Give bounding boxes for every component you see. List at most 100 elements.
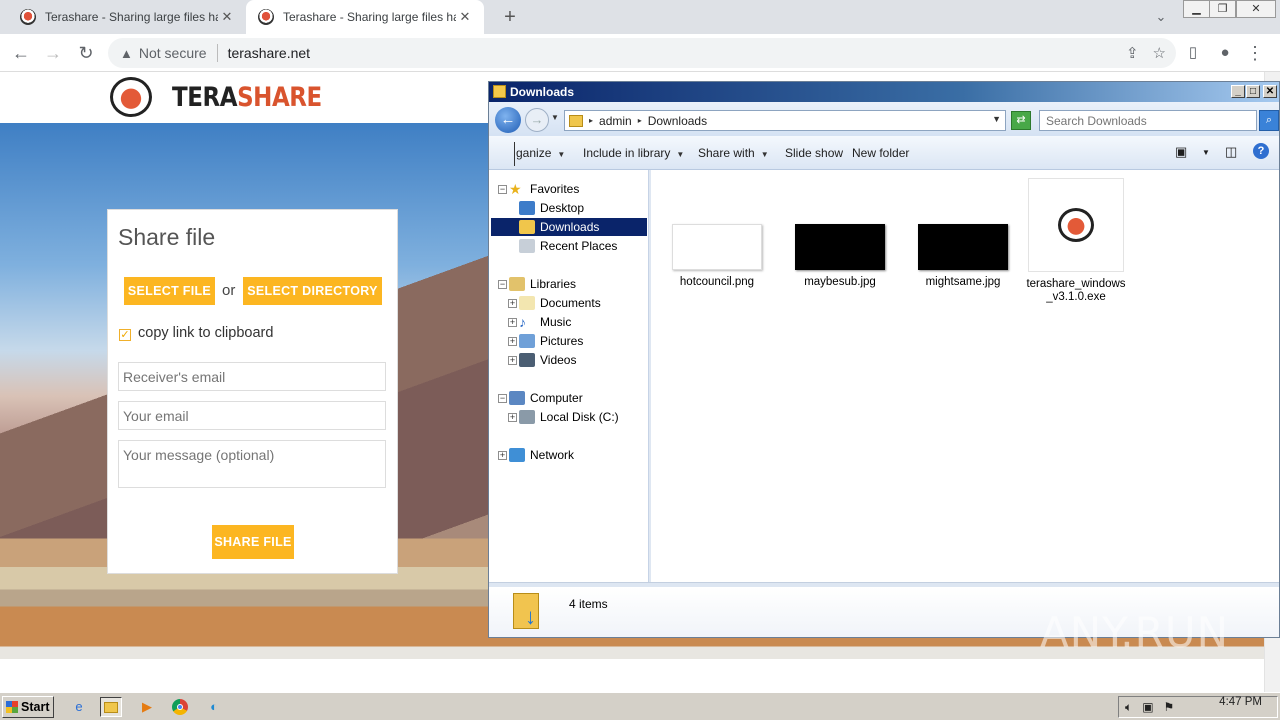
expand-icon[interactable]: +: [498, 450, 507, 460]
pane-splitter[interactable]: [649, 170, 651, 582]
start-button[interactable]: Start: [2, 696, 54, 718]
share-icon[interactable]: ⇪: [1126, 44, 1139, 62]
nav-libraries[interactable]: − Libraries: [491, 275, 647, 293]
back-arrow-icon[interactable]: ←: [495, 107, 521, 133]
search-icon[interactable]: ⌕: [1259, 110, 1279, 131]
collapse-icon[interactable]: −: [498, 279, 507, 289]
nav-recent-places[interactable]: Recent Places: [491, 237, 647, 255]
nav-music[interactable]: + ♪ Music: [491, 313, 647, 331]
chevron-down-icon: ▼: [760, 150, 769, 159]
expand-icon[interactable]: +: [508, 336, 517, 346]
nav-documents[interactable]: + Documents: [491, 294, 647, 312]
tab-1[interactable]: Terashare - Sharing large files has neve…: [8, 0, 246, 34]
url-text[interactable]: terashare.net: [228, 45, 311, 61]
explorer-address-bar[interactable]: ▸ admin ▸ Downloads ▼: [564, 110, 1006, 131]
minimize-button[interactable]: ▁: [1183, 0, 1210, 18]
chevron-down-icon: ▼: [676, 150, 685, 159]
help-icon[interactable]: ?: [1253, 143, 1269, 159]
breadcrumb-downloads[interactable]: Downloads: [648, 114, 707, 128]
preview-pane-icon[interactable]: ◫: [1225, 144, 1237, 160]
tab-close-icon[interactable]: ✕: [456, 9, 474, 25]
action-center-flag-icon[interactable]: ⚑: [1164, 700, 1175, 714]
slide-show-button[interactable]: Slide show: [785, 146, 843, 160]
windows-logo-icon: [6, 701, 18, 713]
forward-arrow-icon[interactable]: →: [40, 40, 66, 66]
edge-icon[interactable]: ◐: [203, 697, 225, 717]
file-item[interactable]: terashare_windows_v3.1.0.exe: [1026, 178, 1126, 304]
nav-label: Favorites: [530, 182, 580, 196]
recent-pages-chevron-icon[interactable]: ▼: [551, 113, 559, 122]
organize-button[interactable]: ganize ▼: [516, 146, 565, 160]
share-file-button[interactable]: SHARE FILE: [212, 525, 294, 559]
network-tray-icon[interactable]: ▣: [1142, 700, 1153, 714]
nav-favorites[interactable]: − ★ Favorites: [491, 180, 647, 198]
bookmark-star-icon[interactable]: ☆: [1153, 44, 1166, 62]
nav-network[interactable]: + Network: [491, 446, 647, 464]
file-item[interactable]: mightsame.jpg: [913, 224, 1013, 288]
media-player-icon[interactable]: ▶: [136, 697, 158, 717]
message-field[interactable]: [118, 440, 386, 488]
security-status[interactable]: Not secure: [139, 45, 207, 61]
address-dropdown-icon[interactable]: ▼: [992, 114, 1001, 124]
nav-videos[interactable]: + Videos: [491, 351, 647, 369]
view-dropdown-icon[interactable]: ▼: [1202, 148, 1210, 157]
nav-desktop[interactable]: Desktop: [491, 199, 647, 217]
tab-search-chevron-icon[interactable]: ⌄: [1148, 4, 1174, 30]
nav-label: Pictures: [540, 334, 584, 348]
explorer-taskbar-icon[interactable]: [100, 697, 122, 717]
share-with-button[interactable]: Share with ▼: [698, 146, 769, 160]
nav-pictures[interactable]: + Pictures: [491, 332, 647, 350]
explorer-close-button[interactable]: ✕: [1263, 85, 1277, 98]
view-options-icon[interactable]: ▣: [1175, 144, 1187, 160]
collapse-icon[interactable]: −: [498, 393, 507, 403]
volume-icon[interactable]: 🔈︎: [1125, 700, 1132, 715]
file-item[interactable]: hotcouncil.png: [667, 224, 767, 288]
clock[interactable]: 4:47 PM: [1219, 696, 1262, 708]
refresh-icon[interactable]: ⇄: [1011, 111, 1031, 130]
receiver-email-field[interactable]: [118, 362, 386, 391]
profile-avatar-icon[interactable]: ●: [1212, 40, 1238, 66]
side-panel-icon[interactable]: ▯: [1180, 40, 1206, 66]
file-name: terashare_windows_v3.1.0.exe: [1026, 278, 1126, 303]
nav-local-disk[interactable]: + Local Disk (C:): [491, 408, 647, 426]
browser-toolbar: ← → ↻ ▲ Not secure terashare.net ⇪ ☆ ▯ ●…: [0, 34, 1280, 72]
expand-icon[interactable]: +: [508, 412, 517, 422]
expand-icon[interactable]: +: [508, 355, 517, 365]
nav-computer[interactable]: − Computer: [491, 389, 647, 407]
omnibox-divider: [216, 44, 218, 62]
expand-icon[interactable]: +: [508, 317, 517, 327]
chrome-icon[interactable]: [169, 697, 191, 717]
explorer-title-bar[interactable]: Downloads _ □ ✕: [489, 82, 1279, 102]
breadcrumb-admin[interactable]: admin: [599, 114, 632, 128]
include-in-library-button[interactable]: Include in library ▼: [583, 146, 684, 160]
select-directory-button[interactable]: SELECT DIRECTORY: [243, 277, 382, 305]
explorer-minimize-button[interactable]: _: [1231, 85, 1245, 98]
breadcrumb-arrow-icon[interactable]: ▸: [589, 116, 593, 125]
internet-explorer-icon[interactable]: e: [68, 697, 90, 717]
copy-link-label[interactable]: copy link to clipboard: [138, 325, 273, 341]
close-button[interactable]: ✕: [1236, 0, 1276, 18]
explorer-maximize-button[interactable]: □: [1246, 85, 1260, 98]
tab-close-icon[interactable]: ✕: [218, 9, 236, 25]
forward-arrow-icon[interactable]: →: [525, 108, 549, 132]
search-input[interactable]: [1039, 110, 1257, 131]
file-item[interactable]: maybesub.jpg: [790, 224, 890, 288]
site-logo[interactable]: TERASHARE: [172, 82, 322, 113]
expand-icon[interactable]: +: [508, 298, 517, 308]
nav-downloads[interactable]: Downloads: [491, 218, 647, 236]
address-bar[interactable]: ▲ Not secure terashare.net ⇪ ☆: [108, 38, 1176, 68]
tab-2[interactable]: Terashare - Sharing large files has neve…: [246, 0, 484, 34]
nav-label: Network: [530, 448, 575, 462]
reload-icon[interactable]: ↻: [73, 40, 99, 66]
menu-kebab-icon[interactable]: ⋮: [1242, 40, 1268, 66]
collapse-icon[interactable]: −: [498, 184, 507, 194]
back-arrow-icon[interactable]: ←: [8, 40, 34, 66]
breadcrumb-arrow-icon[interactable]: ▸: [638, 116, 642, 125]
copy-link-checkbox[interactable]: ✓: [119, 329, 131, 341]
your-email-field[interactable]: [118, 401, 386, 430]
terashare-logo-icon[interactable]: [110, 77, 152, 117]
select-file-button[interactable]: SELECT FILE: [124, 277, 215, 305]
new-folder-button[interactable]: New folder: [852, 146, 909, 160]
restore-button[interactable]: ❐: [1209, 0, 1236, 18]
new-tab-button[interactable]: +: [498, 4, 522, 30]
